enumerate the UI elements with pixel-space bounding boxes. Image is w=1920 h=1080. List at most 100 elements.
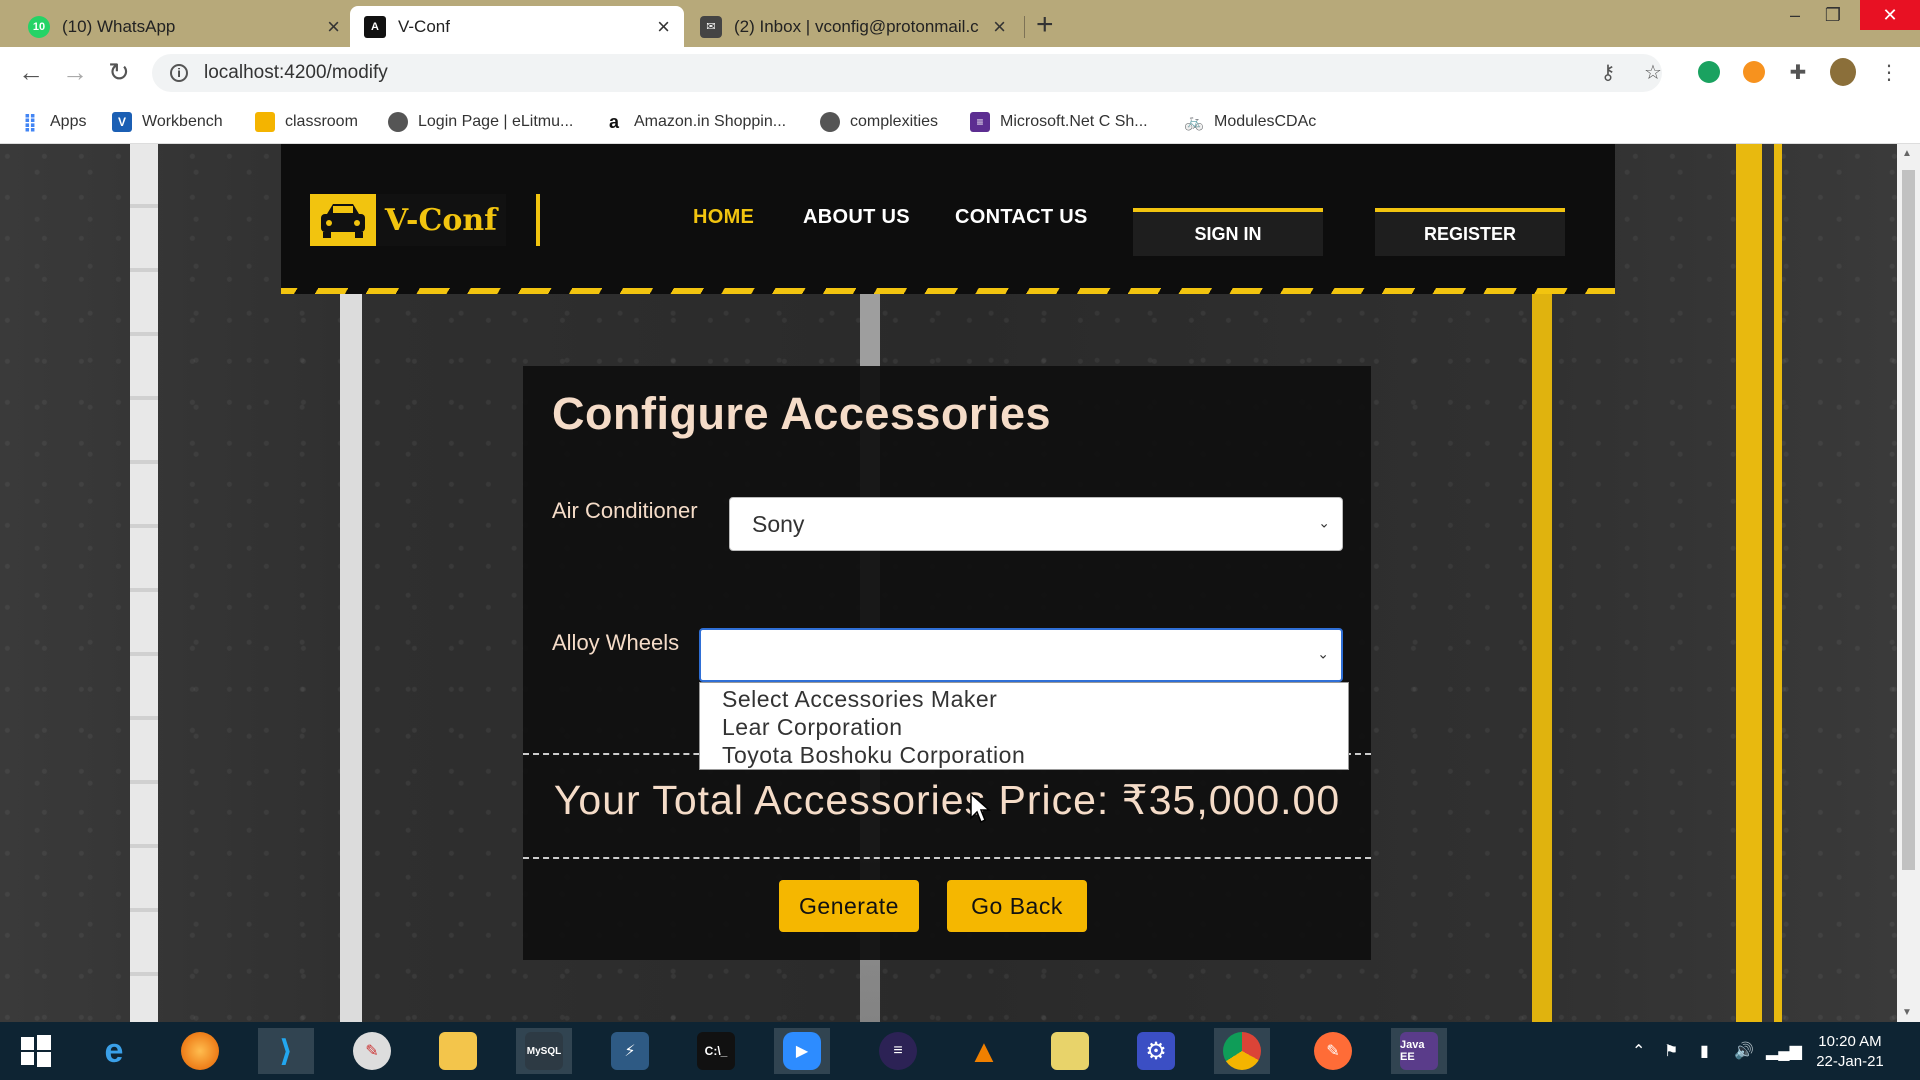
bookmark-label: ModulesCDAc	[1214, 113, 1317, 130]
postman-icon[interactable]: ✎	[1305, 1028, 1361, 1074]
vscode-icon[interactable]: ⟩	[258, 1028, 314, 1074]
password-key-icon[interactable]: ⚷	[1595, 59, 1621, 85]
sign-in-button[interactable]: SIGN IN	[1133, 208, 1323, 256]
globe-icon	[820, 112, 840, 132]
bookmark-label: complexities	[850, 113, 939, 130]
bookmark-apps[interactable]: ⣿ Apps	[20, 100, 87, 144]
browser-menu-icon[interactable]: ⋮	[1876, 59, 1902, 85]
tab-whatsapp[interactable]: 10 (10) WhatsApp ×	[14, 6, 354, 47]
page-title: Configure Accessories	[552, 388, 1051, 439]
firefox-icon[interactable]	[172, 1028, 228, 1074]
go-back-button[interactable]: Go Back	[947, 880, 1087, 932]
tab-title: (2) Inbox | vconfig@protonmail.c	[734, 16, 979, 36]
volume-icon[interactable]: 🔊	[1734, 1022, 1754, 1080]
air-conditioner-value: Sony	[752, 510, 805, 537]
nav-contact-us[interactable]: CONTACT US	[955, 206, 1088, 229]
logo-wordmark: V-Conf	[376, 194, 506, 246]
car-logo-icon	[310, 194, 376, 246]
paint-icon[interactable]: ✎	[344, 1028, 400, 1074]
bookmark-amazon[interactable]: a Amazon.in Shoppin...	[604, 100, 786, 144]
generate-button[interactable]: Generate	[779, 880, 919, 932]
page-scrollbar[interactable]: ▲ ▼	[1897, 144, 1920, 1022]
tab-vconf[interactable]: A V-Conf ×	[350, 6, 684, 47]
battery-icon[interactable]: ▮	[1700, 1022, 1709, 1080]
bookmark-elitmus[interactable]: Login Page | eLitmu...	[388, 100, 573, 144]
scrollbar-thumb[interactable]	[1902, 170, 1915, 870]
mysql-workbench-icon[interactable]: ⚡	[602, 1028, 658, 1074]
system-clock[interactable]: 10:20 AM 22-Jan-21	[1800, 1032, 1900, 1072]
vlc-icon[interactable]: ▲	[956, 1028, 1012, 1074]
zoom-icon[interactable]: ▶	[774, 1028, 830, 1074]
window-close-icon[interactable]: ✕	[1860, 0, 1920, 30]
close-icon[interactable]: ×	[327, 14, 340, 40]
site-info-icon[interactable]: i	[170, 64, 188, 82]
java-ee-ide-icon[interactable]: Java EE	[1391, 1028, 1447, 1074]
dropdown-option[interactable]: Select Accessories Maker	[700, 685, 1348, 713]
bookmark-microsoft-net[interactable]: ≡ Microsoft.Net C Sh...	[970, 100, 1148, 144]
bookmark-label: classroom	[285, 113, 358, 130]
air-conditioner-label: Air Conditioner	[552, 498, 698, 523]
restore-icon[interactable]: ❐	[1810, 0, 1856, 30]
flag-icon[interactable]: ⚑	[1664, 1022, 1678, 1080]
extensions-puzzle-icon[interactable]: ✚	[1785, 59, 1811, 85]
windows-start-icon[interactable]	[8, 1028, 64, 1074]
bookmark-label: Login Page | eLitmu...	[418, 113, 574, 130]
browser-tab-bar: 10 (10) WhatsApp × A V-Conf × ✉ (2) Inbo…	[0, 0, 1920, 47]
sticky-notes-icon[interactable]	[1042, 1028, 1098, 1074]
chevron-down-icon: ⌄	[1317, 645, 1329, 662]
dropdown-option[interactable]: Toyota Boshoku Corporation	[700, 741, 1348, 769]
globe-icon	[388, 112, 408, 132]
tab-separator	[1024, 16, 1025, 38]
scroll-up-icon[interactable]: ▲	[1902, 148, 1912, 159]
total-price: Your Total Accessories Price: ₹35,000.00	[553, 777, 1341, 823]
dropdown-option[interactable]: Lear Corporation	[700, 713, 1348, 741]
chrome-icon[interactable]	[1214, 1028, 1270, 1074]
clock-time: 10:20 AM	[1818, 1033, 1882, 1050]
road-yellow-line	[1736, 144, 1762, 1022]
apps-grid-icon: ⣿	[22, 111, 38, 132]
bookmark-workbench[interactable]: V Workbench	[112, 100, 223, 144]
profile-avatar[interactable]	[1830, 58, 1856, 86]
scroll-down-icon[interactable]: ▼	[1902, 1007, 1912, 1018]
whatsapp-icon: 10	[28, 15, 50, 38]
dashed-divider-bottom	[523, 857, 1371, 859]
network-signal-icon[interactable]: ▂▄▆	[1766, 1022, 1802, 1080]
extension-green-icon[interactable]	[1696, 59, 1722, 85]
internet-explorer-icon[interactable]: e	[86, 1028, 142, 1074]
terminal-icon[interactable]: C:\_	[688, 1028, 744, 1074]
bookmark-modulescdac[interactable]: 🚲 ModulesCDAc	[1184, 100, 1316, 144]
list-icon: ≡	[970, 112, 990, 132]
reload-icon[interactable]: ↻	[108, 57, 130, 88]
mouse-cursor-icon	[970, 792, 991, 824]
tab-protonmail[interactable]: ✉ (2) Inbox | vconfig@protonmail.c ×	[686, 6, 1020, 47]
eclipse-icon[interactable]: ≡	[870, 1028, 926, 1074]
close-icon[interactable]: ×	[993, 14, 1006, 40]
back-arrow-icon[interactable]: ←	[18, 57, 44, 88]
nav-about-us[interactable]: ABOUT US	[803, 206, 910, 229]
register-button[interactable]: REGISTER	[1375, 208, 1565, 256]
settings-gear-icon[interactable]: ⚙	[1128, 1028, 1184, 1074]
alloy-wheels-select[interactable]: ⌄	[699, 628, 1343, 682]
bookmarks-bar: ⣿ Apps V Workbench classroom Login Page …	[0, 100, 1920, 144]
site-logo[interactable]: V-Conf	[310, 194, 540, 246]
close-icon[interactable]: ×	[657, 14, 670, 40]
address-bar: ← → ↻ i localhost:4200/modify ⚷ ☆ ✚ ⋮	[0, 47, 1920, 100]
url-text: localhost:4200/modify	[204, 62, 388, 83]
road-yellow-line	[1774, 144, 1782, 1022]
extension-orange-icon[interactable]	[1741, 59, 1767, 85]
nav-home[interactable]: HOME	[693, 206, 754, 229]
mysql-icon[interactable]: MySQL	[516, 1028, 572, 1074]
configure-accessories-card: Configure Accessories Air Conditioner So…	[523, 366, 1371, 960]
bookmark-classroom[interactable]: classroom	[255, 100, 358, 144]
tray-overflow-icon[interactable]: ⌃	[1632, 1022, 1645, 1080]
file-explorer-icon[interactable]	[430, 1028, 486, 1074]
url-field[interactable]: i localhost:4200/modify	[152, 54, 1662, 92]
air-conditioner-select[interactable]: Sony ⌄	[729, 497, 1343, 551]
bookmark-complexities[interactable]: complexities	[820, 100, 938, 144]
workbench-icon: V	[112, 112, 132, 132]
new-tab-icon[interactable]: +	[1036, 8, 1054, 42]
amazon-icon: a	[608, 111, 619, 132]
alloy-wheels-label: Alloy Wheels	[552, 630, 680, 655]
forward-arrow-icon[interactable]: →	[62, 57, 88, 88]
bookmark-star-icon[interactable]: ☆	[1640, 59, 1666, 85]
